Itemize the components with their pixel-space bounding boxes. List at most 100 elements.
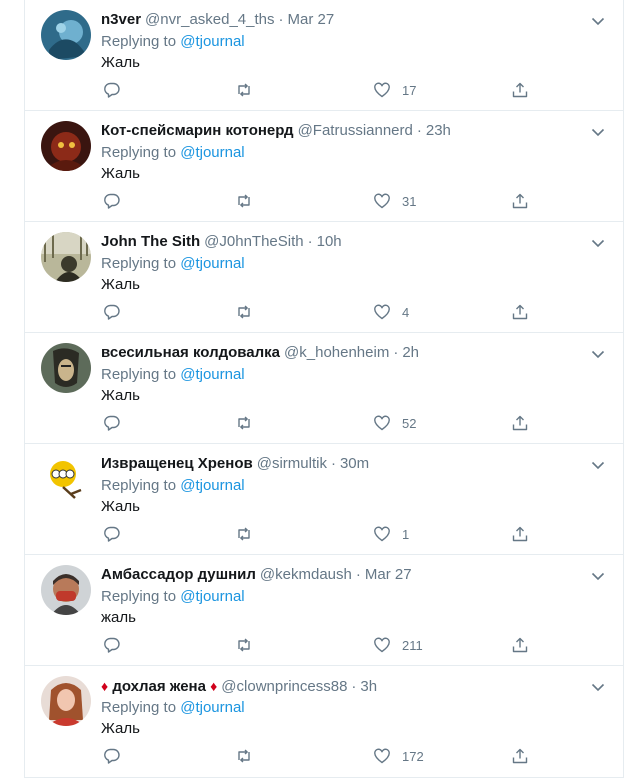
retweet-icon [235,192,253,210]
share-button[interactable] [511,745,529,767]
reply-button[interactable] [103,745,121,767]
share-button[interactable] [511,190,529,212]
chevron-down-icon[interactable] [589,567,607,585]
tweet-text: Жаль [101,720,140,737]
replying-to: Replying to @tjournal [101,476,245,496]
reply-button[interactable] [103,523,121,545]
retweet-button[interactable] [235,190,253,212]
timestamp[interactable]: 23h [426,122,451,139]
reply-button[interactable] [103,412,121,434]
replying-to: Replying to @tjournal [101,143,245,163]
display-name[interactable]: Кот-спейсмарин котонерд [101,122,294,139]
user-handle[interactable]: @Fatrussiannerd [298,122,413,139]
chevron-down-icon[interactable] [589,678,607,696]
chevron-down-icon[interactable] [589,12,607,30]
reply-button[interactable] [103,634,121,656]
like-button[interactable]: 4 [373,301,409,323]
timestamp[interactable]: 10h [317,233,342,250]
tweet-actions: 31 [101,190,528,212]
timestamp[interactable]: 30m [340,455,369,472]
reply-button[interactable] [103,190,121,212]
display-name[interactable]: всесильная колдовалка [101,344,280,361]
retweet-icon [235,303,253,321]
chevron-down-icon[interactable] [589,456,607,474]
heart-icon [373,303,391,321]
timestamp[interactable]: 2h [402,344,419,361]
mention-link[interactable]: @tjournal [180,255,244,272]
display-name[interactable]: John The Sith [101,233,200,250]
share-button[interactable] [511,412,529,434]
heart-icon [373,414,391,432]
replying-label: Replying to [101,477,177,494]
heart-icon [373,81,391,99]
tweet[interactable]: John The Sith @J0hnTheSith · 10h Replying t… [25,222,623,333]
avatar[interactable] [41,232,91,282]
mention-link[interactable]: @tjournal [180,366,244,383]
share-button[interactable] [511,523,529,545]
user-handle[interactable]: @sirmultik [257,455,327,472]
reply-button[interactable] [103,301,121,323]
tweet[interactable]: n3ver @nvr_asked_4_ths · Mar 27 Replying to… [25,0,623,111]
avatar[interactable] [41,676,91,726]
retweet-icon [235,525,253,543]
tweet[interactable]: Кот-спейсмарин котонерд @Fatrussiannerd · 2… [25,111,623,222]
timestamp[interactable]: 3h [360,678,377,695]
retweet-button[interactable] [235,745,253,767]
chevron-down-icon[interactable] [589,123,607,141]
chevron-down-icon[interactable] [589,234,607,252]
display-name[interactable]: n3ver [101,11,141,28]
mention-link[interactable]: @tjournal [180,699,244,716]
retweet-icon [235,81,253,99]
heart-icon [373,192,391,210]
retweet-button[interactable] [235,412,253,434]
like-button[interactable]: 17 [373,79,416,101]
user-handle[interactable]: @k_hohenheim [284,344,389,361]
heart-icon [373,747,391,765]
replying-to: Replying to @tjournal [101,698,245,718]
reply-icon [103,414,121,432]
tweet[interactable]: всесильная колдовалка @k_hohenheim · 2h Rep… [25,333,623,444]
mention-link[interactable]: @tjournal [180,144,244,161]
timestamp[interactable]: Mar 27 [365,566,412,583]
user-handle[interactable]: @J0hnTheSith [204,233,303,250]
replying-label: Replying to [101,588,177,605]
reply-icon [103,747,121,765]
like-count: 31 [402,193,417,209]
chevron-down-icon[interactable] [589,345,607,363]
tweet-actions: 52 [101,412,528,434]
share-button[interactable] [511,301,529,323]
retweet-button[interactable] [235,79,253,101]
like-button[interactable]: 52 [373,412,416,434]
like-button[interactable]: 211 [373,634,423,656]
avatar[interactable] [41,121,91,171]
share-button[interactable] [511,79,529,101]
like-button[interactable]: 31 [373,190,416,212]
avatar[interactable] [41,10,91,60]
tweet[interactable]: ♦ дохлая жена ♦ @clownprincess88 · 3h Reply… [25,666,623,778]
mention-link[interactable]: @tjournal [180,588,244,605]
user-handle[interactable]: @kekmdaush [260,566,352,583]
mention-link[interactable]: @tjournal [180,33,244,50]
retweet-icon [235,747,253,765]
user-handle[interactable]: @nvr_asked_4_ths [145,11,274,28]
retweet-button[interactable] [235,523,253,545]
display-name[interactable]: дохлая жена [112,678,206,695]
retweet-button[interactable] [235,301,253,323]
tweet[interactable]: Амбассадор душнил @kekmdaush · Mar 27 Reply… [25,555,623,666]
retweet-button[interactable] [235,634,253,656]
reply-button[interactable] [103,79,121,101]
like-button[interactable]: 172 [373,745,424,767]
like-button[interactable]: 1 [373,523,409,545]
replying-to: Replying to @tjournal [101,587,245,607]
avatar[interactable] [41,565,91,615]
avatar[interactable] [41,343,91,393]
tweet[interactable]: Извращенец Хренов @sirmultik · 30m Replying… [25,444,623,555]
tweet-header: Амбассадор душнил @kekmdaush · Mar 27 [101,565,583,585]
avatar[interactable] [41,454,91,504]
timestamp[interactable]: Mar 27 [288,11,335,28]
user-handle[interactable]: @clownprincess88 [221,678,347,695]
mention-link[interactable]: @tjournal [180,477,244,494]
display-name[interactable]: Извращенец Хренов [101,455,253,472]
display-name[interactable]: Амбассадор душнил [101,566,256,583]
share-button[interactable] [511,634,529,656]
